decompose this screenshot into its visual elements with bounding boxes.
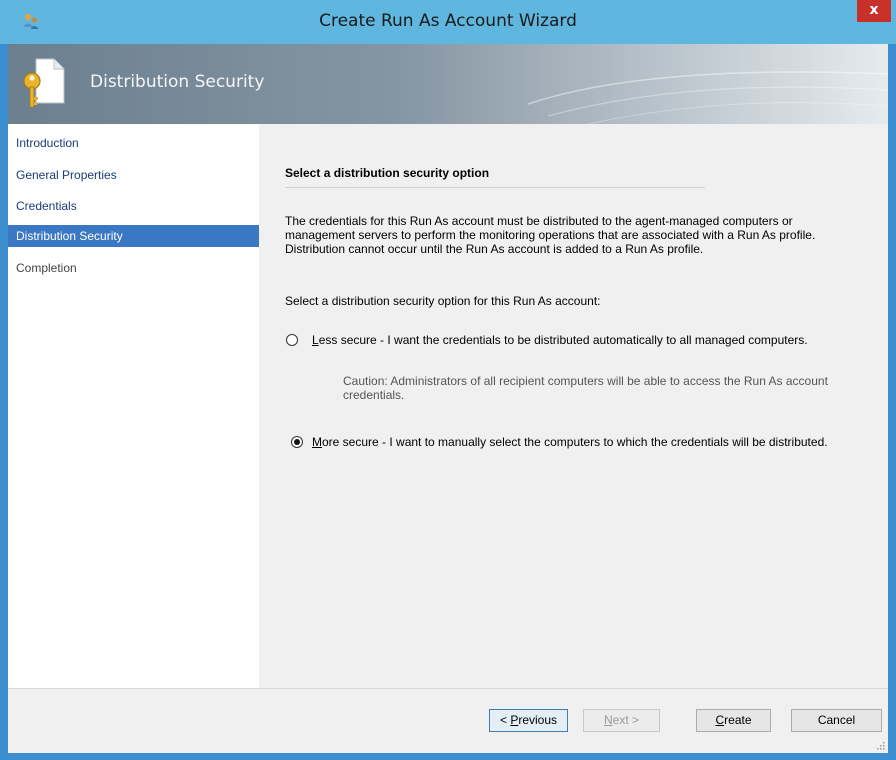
more-secure-label: More secure - I want to manually select … — [312, 435, 828, 449]
nav-item-distribution-security[interactable]: Distribution Security — [8, 225, 259, 247]
close-button[interactable]: x — [857, 0, 891, 22]
previous-button[interactable]: < Previous — [489, 709, 568, 732]
next-button[interactable]: Next > — [583, 709, 660, 732]
radio-selected-dot — [294, 439, 300, 445]
section-title: Select a distribution security option — [285, 166, 490, 180]
more-secure-option[interactable]: More secure - I want to manually select … — [291, 435, 871, 465]
wizard-window: Create Run As Account Wizard x Distribut… — [0, 0, 896, 760]
close-icon: x — [869, 2, 879, 18]
nav-item-general-properties[interactable]: General Properties — [8, 164, 259, 186]
section-divider — [285, 187, 705, 188]
caution-text: Caution: Administrators of all recipient… — [343, 374, 828, 402]
main-panel: Select a distribution security option Th… — [259, 124, 888, 688]
page-header: Distribution Security — [8, 44, 888, 124]
nav-item-credentials[interactable]: Credentials — [8, 195, 259, 217]
title-bar[interactable]: Create Run As Account Wizard x — [0, 0, 896, 44]
header-decoration — [528, 71, 888, 124]
nav-item-introduction[interactable]: Introduction — [8, 132, 259, 154]
wizard-content: Introduction General Properties Credenti… — [8, 124, 888, 688]
wizard-steps-nav: Introduction General Properties Credenti… — [8, 124, 259, 688]
description-text: The credentials for this Run As account … — [285, 214, 816, 256]
prompt-text: Select a distribution security option fo… — [285, 294, 601, 308]
create-button[interactable]: Create — [696, 709, 771, 732]
page-title: Distribution Security — [90, 72, 265, 92]
more-secure-radio[interactable] — [291, 436, 303, 448]
less-secure-label: Less secure - I want the credentials to … — [312, 333, 808, 347]
window-title: Create Run As Account Wizard — [319, 11, 577, 31]
resize-grip-icon[interactable] — [875, 740, 885, 750]
button-bar: < Previous Next > Create Cancel — [8, 688, 888, 753]
less-secure-option[interactable]: Less secure - I want the credentials to … — [286, 333, 866, 363]
nav-item-completion[interactable]: Completion — [8, 257, 259, 279]
cancel-button[interactable]: Cancel — [791, 709, 882, 732]
key-document-icon — [23, 58, 65, 108]
less-secure-radio[interactable] — [286, 334, 298, 346]
